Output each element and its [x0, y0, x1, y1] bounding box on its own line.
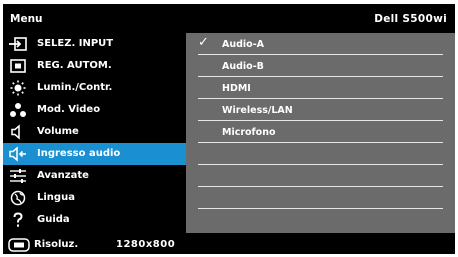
menu-item-brightness[interactable]: Lumin./Contr.: [3, 77, 186, 99]
menu-item-label: REG. AUTOM.: [37, 60, 112, 71]
menu-item-label: Lingua: [37, 192, 75, 203]
menu-item-label: Mod. Video: [37, 104, 101, 115]
audio-input-icon: [9, 146, 26, 162]
auto-adjust-icon: [10, 59, 26, 73]
option-label: HDMI: [222, 83, 251, 94]
model-name: Dell S500wi: [374, 13, 447, 25]
brightness-icon: [10, 80, 26, 96]
menu-item-video-mode[interactable]: Mod. Video: [3, 99, 186, 121]
option-label: Wireless/LAN: [222, 105, 293, 116]
option-label: Audio-A: [222, 39, 264, 50]
option-wireless-lan[interactable]: Wireless/LAN: [186, 99, 455, 121]
option-label: Microfono: [222, 127, 276, 138]
input-source-icon: [9, 37, 27, 51]
menu-item-label: Volume: [37, 126, 79, 137]
help-icon: [13, 212, 23, 227]
resolution-value: 1280x800: [116, 239, 176, 250]
menu-item-label: SELEZ. INPUT: [37, 38, 114, 49]
speaker-icon: [11, 124, 20, 140]
menu-item-auto-adjust[interactable]: REG. AUTOM.: [3, 55, 186, 77]
checkmark-icon: ✓: [198, 35, 209, 50]
option-empty: [186, 209, 455, 231]
submenu-panel: ✓ Audio-A Audio-B HDMI Wireless/LAN Micr…: [186, 33, 455, 233]
main-menu: SELEZ. INPUT REG. AUTOM. Lumin./Contr. M…: [3, 33, 186, 233]
menu-item-advanced[interactable]: Avanzate: [3, 165, 186, 187]
option-microphone[interactable]: Microfono: [186, 121, 455, 143]
osd-menu: Menu Dell S500wi SELEZ. INPUT REG. AUTOM…: [3, 4, 455, 254]
menu-item-label: Lumin./Contr.: [37, 82, 113, 93]
language-icon: [10, 190, 26, 206]
menu-item-label: Avanzate: [37, 170, 89, 181]
menu-title: Menu: [10, 13, 43, 25]
menu-item-language[interactable]: Lingua: [3, 187, 186, 209]
monitor-icon: [8, 238, 30, 252]
option-empty: [186, 187, 455, 209]
menu-header: Menu Dell S500wi: [3, 4, 455, 33]
menu-item-help[interactable]: Guida: [3, 209, 186, 231]
advanced-sliders-icon: [10, 169, 26, 183]
menu-item-input-select[interactable]: SELEZ. INPUT: [3, 33, 186, 55]
menu-item-volume[interactable]: Volume: [3, 121, 186, 143]
menu-item-label: Guida: [37, 214, 70, 225]
option-empty: [186, 143, 455, 165]
menu-item-label: Ingresso audio: [37, 148, 121, 159]
status-bar: Risoluz. 1280x800: [3, 237, 455, 254]
menu-item-audio-input[interactable]: Ingresso audio: [3, 143, 186, 165]
option-label: Audio-B: [222, 61, 264, 72]
option-hdmi[interactable]: HDMI: [186, 77, 455, 99]
option-empty: [186, 165, 455, 187]
option-audio-a[interactable]: ✓ Audio-A: [186, 33, 455, 55]
video-mode-icon: [10, 103, 26, 117]
option-audio-b[interactable]: Audio-B: [186, 55, 455, 77]
resolution-label: Risoluz.: [34, 239, 79, 250]
